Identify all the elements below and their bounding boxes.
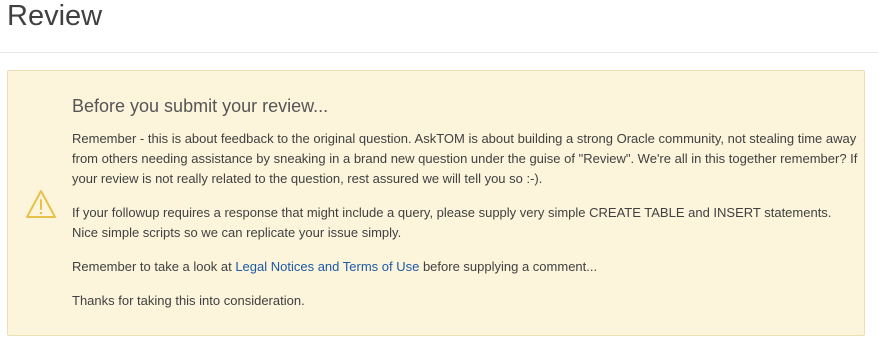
notice-paragraph-thanks: Thanks for taking this into consideratio… [72, 293, 305, 308]
legal-prefix-text: Remember to take a look at [72, 259, 236, 274]
legal-notices-link[interactable]: Legal Notices and Terms of Use [235, 259, 419, 274]
notice-paragraph-followup: If your followup requires a response tha… [72, 205, 832, 240]
warning-triangle-icon [25, 189, 57, 219]
notice-paragraph-legal: Remember to take a look at Legal Notices… [72, 257, 858, 277]
notice-title: Before you submit your review... [72, 96, 329, 116]
review-page: Review Before you submit your review... … [0, 0, 878, 346]
notice-paragraph-feedback: Remember - this is about feedback to the… [72, 131, 858, 186]
page-title: Review [7, 0, 103, 32]
title-divider [0, 52, 878, 53]
legal-suffix-text: before supplying a comment... [419, 259, 598, 274]
notice-content: Before you submit your review... Remembe… [72, 95, 858, 325]
review-notice: Before you submit your review... Remembe… [7, 70, 865, 336]
